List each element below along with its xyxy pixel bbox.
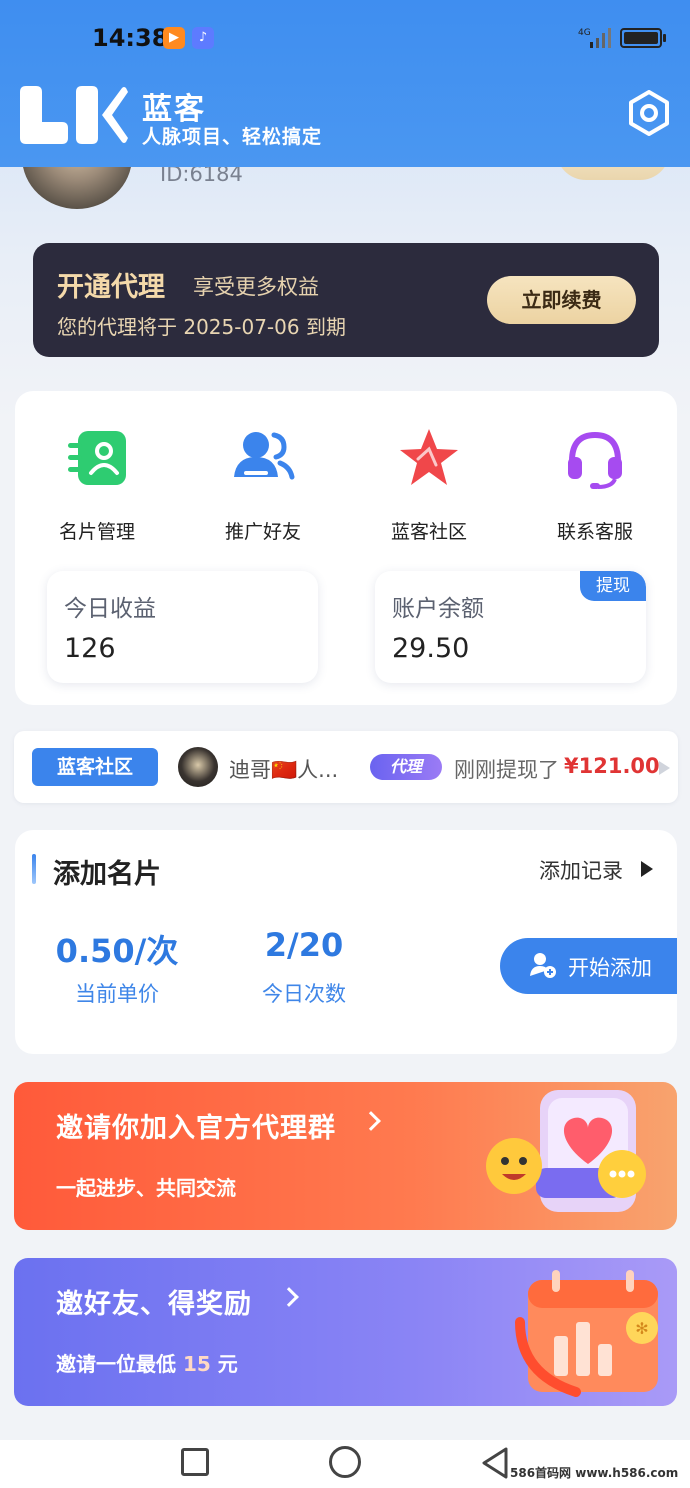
ticker-user-name: 迪哥🇨🇳人... — [229, 758, 339, 782]
lk-logo-icon — [20, 86, 128, 144]
play-arrow-icon[interactable] — [641, 861, 653, 877]
unit-price-label: 当前单价 — [75, 982, 159, 1006]
recent-apps-button[interactable] — [181, 1448, 209, 1476]
invite-sub-prefix: 邀请一位最低 — [56, 1352, 176, 1376]
start-add-button[interactable]: 开始添加 — [500, 938, 677, 994]
battery-icon — [620, 28, 666, 48]
today-income-box[interactable]: 今日收益 126 — [47, 571, 318, 683]
feature-promote-friends[interactable]: 推广好友 — [198, 425, 328, 544]
ticker-tag: 蓝客社区 — [32, 748, 158, 786]
promo-invite-subtitle: 邀请一位最低 15 元 — [56, 1348, 238, 1377]
join-agent-group-banner[interactable]: 邀请你加入官方代理群 一起进步、共同交流 — [14, 1082, 677, 1230]
ticker-avatar — [178, 747, 218, 787]
balance-box[interactable]: 账户余额 29.50 提现 — [375, 571, 646, 683]
promo-group-subtitle: 一起进步、共同交流 — [56, 1176, 236, 1200]
feature-label: 推广好友 — [224, 521, 301, 543]
chevron-right-icon — [361, 1111, 381, 1131]
svg-text:✻: ✻ — [635, 1319, 648, 1338]
system-nav-bar: 586首码网 www.h586.com — [0, 1440, 690, 1488]
ticker-role-badge: 代理 — [370, 754, 442, 780]
feature-customer-service[interactable]: 联系客服 — [530, 425, 660, 544]
headset-icon — [568, 431, 622, 489]
card-manage-icon — [68, 431, 126, 485]
renew-button[interactable]: 立即续费 — [487, 276, 636, 324]
gear-icon[interactable] — [626, 90, 672, 136]
heart-phone-illustration-icon — [486, 1090, 646, 1212]
balance-label: 账户余额 — [392, 596, 484, 622]
today-income-label: 今日收益 — [64, 596, 156, 622]
promote-friends-icon — [234, 432, 295, 480]
today-income-value: 126 — [64, 633, 116, 664]
ticker-message: 刚刚提现了 — [454, 758, 559, 782]
ticker-arrow-icon — [659, 761, 670, 775]
start-add-label: 开始添加 — [568, 956, 652, 980]
add-user-icon — [530, 953, 556, 978]
unit-price-value: 0.50/次 — [55, 932, 179, 970]
invite-friends-banner[interactable]: 邀好友、得奖励 邀请一位最低 15 元 ✻ — [14, 1258, 677, 1406]
feature-card-manage[interactable]: 名片管理 — [32, 425, 162, 544]
music-app-icon: ♪ — [192, 27, 214, 49]
invite-sub-amount: 15 — [182, 1352, 211, 1376]
agent-subtitle: 享受更多权益 — [193, 275, 319, 299]
feature-label: 名片管理 — [58, 521, 135, 543]
status-time: 14:38 — [92, 24, 169, 52]
agent-title: 开通代理 — [57, 272, 165, 303]
agent-expire-text: 您的代理将于 2025-07-06 到期 — [57, 315, 346, 339]
watermark-text: 586首码网 www.h586.com — [510, 1466, 679, 1480]
section-accent-bar — [32, 854, 36, 884]
community-ticker[interactable]: 蓝客社区 迪哥🇨🇳人... 代理 刚刚提现了 ¥121.00 — [14, 731, 678, 803]
ticker-amount: ¥121.00 — [564, 754, 660, 778]
signal-icon: 4G — [578, 28, 611, 48]
community-star-icon — [400, 429, 458, 485]
back-arrow-icon[interactable] — [480, 1446, 510, 1480]
withdraw-button[interactable]: 提现 — [580, 571, 646, 601]
invite-sub-suffix: 元 — [217, 1352, 238, 1376]
app-header: 14:38 ▶ ♪ 4G 蓝客 人脉项目、轻松搞定 — [0, 0, 690, 167]
brand-slogan: 人脉项目、轻松搞定 — [142, 126, 323, 148]
add-record-link[interactable]: 添加记录 — [539, 855, 623, 885]
count-value: 2/20 — [264, 926, 344, 964]
signal-label: 4G — [578, 28, 591, 38]
video-app-icon: ▶ — [163, 27, 185, 49]
promo-invite-title: 邀好友、得奖励 — [56, 1289, 252, 1320]
calendar-chart-illustration-icon: ✻ — [515, 1270, 658, 1397]
balance-value: 29.50 — [392, 633, 470, 664]
feature-community[interactable]: 蓝客社区 — [364, 425, 494, 544]
promo-group-title: 邀请你加入官方代理群 — [56, 1113, 336, 1144]
feature-label: 联系客服 — [556, 521, 633, 543]
feature-label: 蓝客社区 — [390, 521, 467, 543]
home-button[interactable] — [329, 1446, 361, 1478]
agent-banner: 开通代理 享受更多权益 您的代理将于 2025-07-06 到期 立即续费 — [33, 243, 659, 357]
add-card-section: 添加名片 添加记录 0.50/次 当前单价 2/20 今日次数 开始添加 — [15, 830, 677, 1054]
feature-card: 名片管理 推广好友 蓝客社区 联系客服 今日收益 126 账户余额 29.50 … — [15, 391, 677, 705]
chevron-right-icon — [279, 1287, 299, 1307]
add-card-title: 添加名片 — [53, 859, 161, 890]
count-label: 今日次数 — [262, 982, 346, 1006]
